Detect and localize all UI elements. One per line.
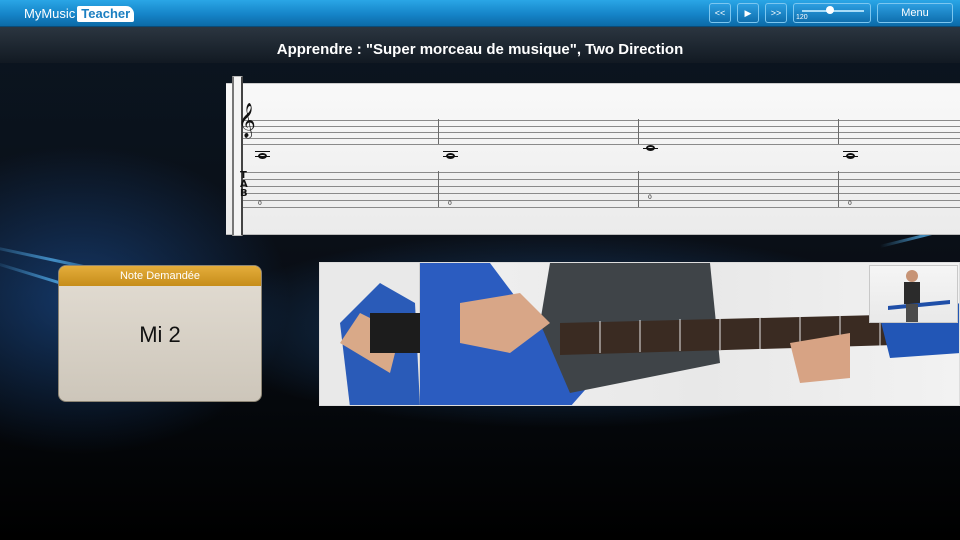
- bar-line: [438, 119, 439, 144]
- tab-line: [236, 207, 960, 208]
- tab-fret-number: 0: [448, 200, 452, 207]
- tempo-slider-thumb[interactable]: [825, 6, 834, 14]
- tab-fret-number: 0: [258, 200, 262, 207]
- tempo-slider[interactable]: 120: [793, 3, 871, 23]
- ledger-line: [255, 151, 270, 152]
- logo-text-mymusic: MyMusic: [24, 6, 76, 21]
- teacher-thumbnail-image: [888, 270, 950, 322]
- page-title: Apprendre : "Super morceau de musique", …: [276, 41, 684, 58]
- treble-clef-icon: 𝄞: [238, 103, 256, 138]
- top-bar: MyMusic Teacher << ▶ >> 120 Menu: [0, 0, 960, 27]
- app-logo: MyMusic Teacher: [24, 5, 135, 22]
- menu-button[interactable]: Menu: [877, 3, 953, 23]
- staff-line: [236, 120, 960, 121]
- tab-clef-icon: TAB: [240, 170, 248, 199]
- lesson-video[interactable]: [319, 262, 960, 406]
- staff-line: [236, 138, 960, 139]
- requested-note-value: Mi 2: [139, 322, 181, 347]
- whole-note: [846, 153, 855, 159]
- ledger-line: [843, 151, 858, 152]
- guitar-video-image: [320, 263, 959, 405]
- staff-line: [236, 126, 960, 127]
- whole-note: [646, 145, 655, 151]
- tab-line: [236, 179, 960, 180]
- play-button[interactable]: ▶: [737, 3, 759, 23]
- whole-note: [258, 153, 267, 159]
- tab-line: [236, 172, 960, 173]
- ledger-line: [443, 151, 458, 152]
- requested-note-heading: Note Demandée: [59, 266, 261, 286]
- tab-line: [236, 186, 960, 187]
- rewind-button[interactable]: <<: [709, 3, 731, 23]
- bar-line: [638, 171, 639, 207]
- tempo-value: 120: [796, 14, 808, 21]
- system-bracket: [232, 76, 243, 236]
- logo-text-teacher: Teacher: [77, 5, 135, 22]
- bar-line: [638, 119, 639, 144]
- forward-button[interactable]: >>: [765, 3, 787, 23]
- staff-line: [236, 144, 960, 145]
- tab-line: [236, 193, 960, 194]
- bar-line: [838, 119, 839, 144]
- music-score: [226, 83, 960, 235]
- staff-line: [236, 132, 960, 133]
- bar-line: [438, 171, 439, 207]
- tab-fret-number: 0: [648, 194, 652, 201]
- bar-line: [838, 171, 839, 207]
- tab-fret-number: 0: [848, 200, 852, 207]
- teacher-video-thumbnail[interactable]: [869, 265, 958, 323]
- requested-note-panel: Note Demandée Mi 2: [58, 265, 262, 402]
- whole-note: [446, 153, 455, 159]
